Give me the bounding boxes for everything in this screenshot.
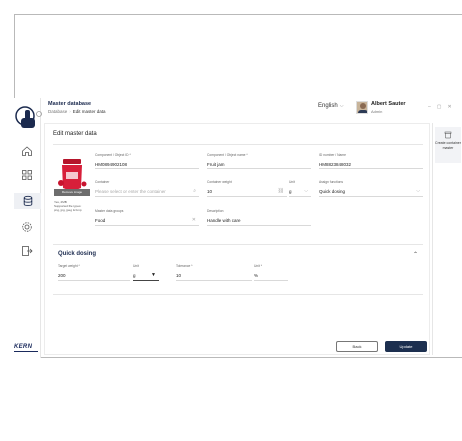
edit-master-data-card: Edit master data Remove image Yes, 2MB S… [44, 123, 430, 355]
assign-functions-label: Assign functions [319, 180, 344, 184]
description-label: Description [207, 209, 224, 213]
container-weight-field[interactable]: Container weight 10 ⛓ [207, 180, 287, 197]
page-title: Master database [48, 101, 92, 107]
assign-functions-select[interactable]: Assign functions Quick dosing ⌵ [319, 180, 423, 197]
user-role: Admin [371, 109, 383, 114]
divider [53, 294, 423, 295]
master-data-groups-value: Food [95, 218, 106, 223]
target-unit-select[interactable]: Unit g ▼ [133, 264, 159, 281]
container-icon [444, 131, 452, 139]
master-data-groups-label: Master data groups [95, 209, 124, 213]
description-value: Handle with care [207, 218, 241, 223]
update-button[interactable]: Update [385, 341, 427, 352]
settings-gear-icon[interactable] [20, 220, 34, 234]
breadcrumb-current: Edit master data [72, 109, 106, 114]
dropdown-arrow-icon: ▼ [151, 272, 156, 278]
component-name-value: Fruit jam [207, 162, 225, 167]
id-number-label: ID number / Name [319, 153, 346, 157]
back-button[interactable]: Back [336, 341, 378, 352]
tolerance-field[interactable]: Tolerance * 10 [176, 264, 252, 281]
quick-dosing-title: Quick dosing [58, 251, 97, 257]
app: KERN Master database Database › Edit maste… [14, 98, 462, 358]
grid-icon[interactable] [20, 168, 34, 182]
component-id-value: HM0894902108 [95, 162, 128, 167]
card-title: Edit master data [53, 131, 97, 137]
id-number-value: HM8823848032 [319, 162, 352, 167]
chevron-down-icon: ⌵ [416, 188, 420, 194]
sidebar: KERN [14, 98, 42, 358]
container-unit-select[interactable]: Unit g ⌵ [289, 180, 311, 197]
user-name: Albert Sauter [371, 101, 406, 107]
database-icon[interactable] [14, 193, 41, 209]
target-unit-label: Unit [133, 264, 139, 268]
home-icon[interactable] [20, 144, 34, 158]
chevron-down-icon: ⌵ [339, 103, 344, 109]
component-id-field[interactable]: Component / Object ID * HM0894902108 [95, 153, 199, 169]
master-data-groups-field[interactable]: Master data groups Food ✕ [95, 209, 199, 226]
chevron-down-icon: ⌵ [304, 188, 308, 194]
divider [53, 244, 423, 245]
minimize-icon[interactable]: – [428, 104, 437, 110]
language-select[interactable]: English ⌵ [318, 103, 343, 109]
breadcrumb: Database › Edit master data [48, 109, 106, 114]
target-weight-field[interactable]: Target weight * 200 [58, 264, 130, 281]
image-info-types: png, jpg, jpeg & bmp [54, 208, 82, 212]
language-label: English [318, 103, 338, 109]
tolerance-value: 10 [176, 273, 182, 278]
avatar[interactable] [356, 101, 368, 114]
container-weight-label: Container weight [207, 180, 232, 184]
image-info: Yes, 2MB Supported file types: png, jpg,… [54, 200, 82, 212]
tolerance-unit-field[interactable]: Unit * % [254, 264, 288, 281]
target-weight-label: Target weight * [58, 264, 80, 268]
link-icon[interactable]: ⛓ [278, 188, 284, 194]
create-container-label: Create container master [435, 141, 461, 150]
container-placeholder: Please select or enter the container [95, 189, 166, 194]
component-name-field[interactable]: Component / Object name * Fruit jam [207, 153, 311, 169]
breadcrumb-database[interactable]: Database [48, 109, 67, 114]
logout-icon[interactable] [20, 244, 34, 258]
tolerance-label: Tolerance * [176, 264, 193, 268]
divider [53, 144, 423, 145]
right-action-panel: Create container master [432, 123, 462, 355]
kern-logo-text: KERN [14, 344, 33, 350]
remove-image-button[interactable]: Remove image [54, 189, 90, 196]
chevron-up-icon[interactable]: ⌃ [413, 251, 418, 258]
kern-logo: KERN [14, 344, 38, 352]
tolerance-unit-label: Unit * [254, 264, 263, 268]
assign-functions-value: Quick dosing [319, 189, 346, 194]
id-number-field[interactable]: ID number / Name HM8823848032 [319, 153, 423, 169]
hand-logo-icon [15, 106, 42, 128]
window-controls: –▢✕ [428, 104, 458, 110]
component-name-label: Component / Object name * [207, 153, 248, 157]
tolerance-unit-value: % [254, 273, 259, 278]
search-icon[interactable]: ⌕ [193, 188, 196, 194]
clear-icon[interactable]: ✕ [192, 217, 196, 223]
close-icon[interactable]: ✕ [448, 104, 458, 110]
container-label: Container [95, 180, 110, 184]
maximize-icon[interactable]: ▢ [437, 104, 448, 110]
container-unit-label: Unit [289, 180, 295, 184]
component-id-label: Component / Object ID * [95, 153, 131, 157]
create-container-master-button[interactable]: Create container master [435, 127, 461, 163]
container-field[interactable]: Container Please select or enter the con… [95, 180, 199, 197]
header: Master database Database › Edit master dat… [42, 98, 462, 118]
description-field[interactable]: Description Handle with care [207, 209, 311, 226]
container-weight-value: 10 [207, 189, 213, 194]
target-weight-value: 200 [58, 273, 66, 278]
